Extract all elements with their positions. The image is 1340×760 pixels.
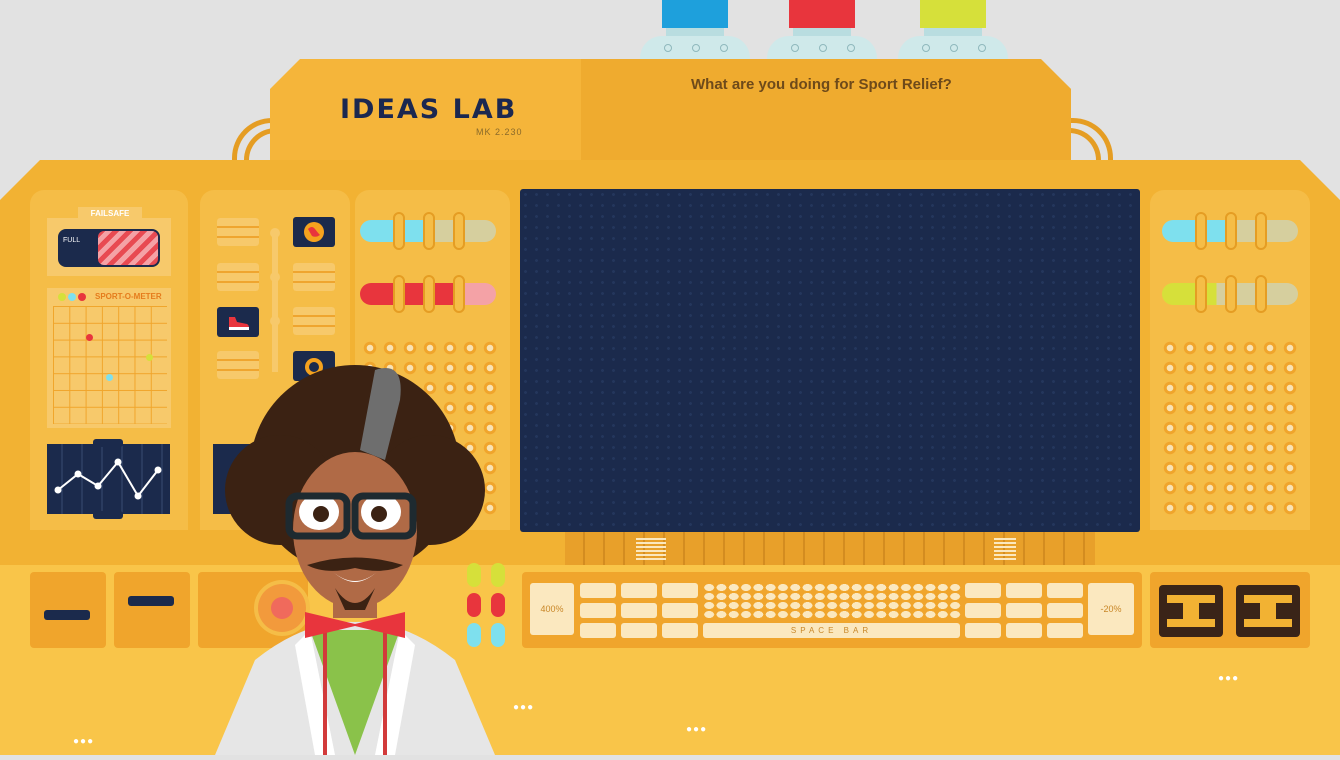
zoom-percent-right[interactable]: -20% <box>1088 583 1134 635</box>
meter-point-yellow <box>146 354 153 361</box>
failsafe-gauge[interactable]: FULL <box>58 229 160 267</box>
line-graph-display <box>47 444 170 514</box>
key-symbol[interactable] <box>1047 583 1083 598</box>
decor-dots: ●●● <box>73 736 95 747</box>
chip-icon-graphic <box>1244 595 1292 627</box>
slider-knob[interactable] <box>453 275 465 313</box>
meter-light-yellow <box>58 293 66 301</box>
sport-o-meter-grid <box>53 306 167 424</box>
key-symbol[interactable] <box>965 583 1001 598</box>
menu-button-4[interactable] <box>293 263 335 291</box>
meter-point-cyan <box>106 374 113 381</box>
zoom-percent-left[interactable]: 400% <box>530 583 574 635</box>
slider-knob[interactable] <box>423 275 435 313</box>
graph-clip-top <box>93 439 123 447</box>
knob-array-right[interactable] <box>1160 338 1300 518</box>
fader-module-2[interactable] <box>114 572 190 648</box>
decor-dots: ●●● <box>686 724 708 735</box>
meter-light-red <box>78 293 86 301</box>
key-symbol[interactable] <box>580 623 616 638</box>
scientist-character[interactable] <box>215 360 495 755</box>
slider-knob[interactable] <box>1255 275 1267 313</box>
slider-knob[interactable] <box>1195 212 1207 250</box>
slider-knob[interactable] <box>393 275 405 313</box>
key-symbol[interactable] <box>965 623 1001 638</box>
vent-left <box>636 538 666 560</box>
connector-node-1 <box>270 228 280 238</box>
bottle-yellow[interactable] <box>898 0 1008 60</box>
chip-icon[interactable] <box>1236 585 1300 637</box>
connector-node-2 <box>270 272 280 282</box>
vent-right <box>994 538 1016 560</box>
connector-node-3 <box>270 316 280 326</box>
chip-icon[interactable] <box>1159 585 1223 637</box>
chip-icon-graphic <box>1167 595 1215 627</box>
page-title: IDEAS LAB <box>340 94 518 125</box>
key-symbol[interactable] <box>1006 623 1042 638</box>
space-bar-key[interactable]: SPACE BAR <box>703 623 960 638</box>
connector-line <box>272 232 278 372</box>
globe-icon[interactable] <box>293 217 335 247</box>
slider-knob[interactable] <box>423 212 435 250</box>
fader-1[interactable] <box>44 610 90 620</box>
key-symbol[interactable] <box>621 583 657 598</box>
bottle-blue[interactable] <box>640 0 750 60</box>
failsafe-state: FULL <box>63 237 81 244</box>
key-symbol[interactable] <box>580 583 616 598</box>
meter-point-red <box>86 334 93 341</box>
key-symbol[interactable] <box>965 603 1001 618</box>
failsafe-label: FAILSAFE <box>78 207 142 220</box>
main-display-screen[interactable] <box>520 189 1140 532</box>
scientist-illustration <box>215 365 495 755</box>
failsafe-stripes <box>98 231 158 265</box>
slider-knob[interactable] <box>1255 212 1267 250</box>
version-label: MK 2.230 <box>476 127 523 137</box>
meter-light-cyan <box>68 293 76 301</box>
bottle-red[interactable] <box>767 0 877 60</box>
key-symbol[interactable] <box>621 623 657 638</box>
slider-knob[interactable] <box>1225 275 1237 313</box>
sport-o-meter-label: SPORT-O-METER <box>95 292 162 301</box>
key-symbol[interactable] <box>1006 603 1042 618</box>
slider-knob[interactable] <box>453 212 465 250</box>
trainer-shoe-icon[interactable] <box>217 307 259 337</box>
key-symbol[interactable] <box>580 603 616 618</box>
menu-button-1[interactable] <box>217 218 259 246</box>
decor-dots: ●●● <box>1218 673 1240 684</box>
slider-knob[interactable] <box>1195 275 1207 313</box>
decor-dots: ●●● <box>513 702 535 713</box>
slider-knob[interactable] <box>1225 212 1237 250</box>
key-symbol[interactable] <box>621 603 657 618</box>
slider-knob[interactable] <box>393 212 405 250</box>
key-symbol[interactable] <box>1047 623 1083 638</box>
line-graph <box>54 444 163 514</box>
key-symbol[interactable] <box>1047 603 1083 618</box>
key-symbol[interactable] <box>662 583 698 598</box>
header-question-panel <box>581 59 1071 160</box>
key-grid[interactable] <box>703 583 961 619</box>
graph-clip-bottom <box>93 511 123 519</box>
menu-button-2[interactable] <box>217 263 259 291</box>
question-prompt[interactable]: What are you doing for Sport Relief? <box>691 76 952 93</box>
key-symbol[interactable] <box>1006 583 1042 598</box>
key-symbol[interactable] <box>662 603 698 618</box>
key-symbol[interactable] <box>662 623 698 638</box>
fader-2[interactable] <box>128 596 174 606</box>
menu-button-5[interactable] <box>293 307 335 335</box>
